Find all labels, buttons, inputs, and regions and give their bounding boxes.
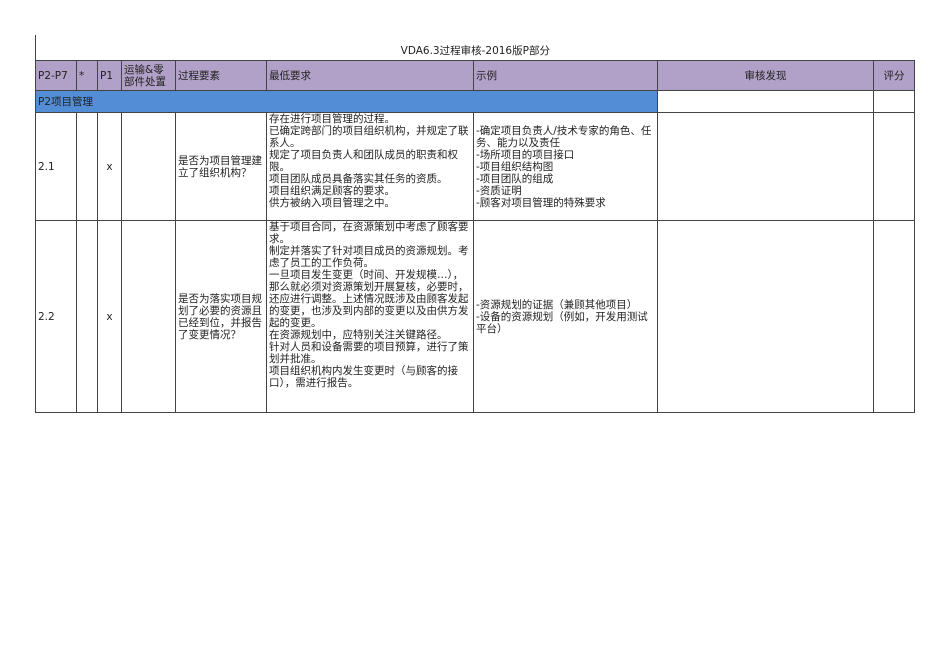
row-element[interactable]: 是否为落实项目规划了必要的资源且已经到位，并报告了变更情况？ [175, 220, 267, 413]
header-score[interactable]: 评分 [872, 60, 916, 91]
row-score[interactable] [872, 220, 916, 413]
header-p2p7[interactable]: P2-P7 [35, 60, 77, 91]
header-example[interactable]: 示例 [473, 60, 658, 91]
row-example[interactable]: -确定项目负责人/技术专家的角色、任务、能力以及责任 -场所项目的项目接口 -项… [473, 112, 658, 221]
row-min-req[interactable]: 基于项目合同，在资源策划中考虑了顾客要求。 制定并落实了针对项目成员的资源规划。… [266, 220, 474, 413]
row-id[interactable]: 2.2 [35, 220, 77, 413]
row-findings[interactable] [657, 220, 874, 413]
row-score[interactable] [872, 112, 916, 221]
row-star[interactable] [76, 112, 98, 221]
header-findings[interactable]: 审核发现 [657, 60, 874, 91]
section-findings-cell[interactable] [657, 90, 874, 113]
row-findings[interactable] [657, 112, 874, 221]
section-title[interactable]: P2项目管理 [35, 90, 658, 113]
row-transport[interactable] [121, 220, 176, 413]
row-star[interactable] [76, 220, 98, 413]
row-element[interactable]: 是否为项目管理建立了组织机构？ [175, 112, 267, 221]
row-p1[interactable]: x [97, 112, 122, 221]
row-example[interactable]: -资源规划的证据（兼顾其他项目） -设备的资源规划（例如，开发用测试平台） [473, 220, 658, 413]
row-p1[interactable]: x [97, 220, 122, 413]
sheet-title: VDA6.3过程审核-2016版P部分 [34, 35, 915, 61]
table-row: 2.2 x 是否为落实项目规划了必要的资源且已经到位，并报告了变更情况？ 基于项… [35, 220, 916, 413]
row-min-req[interactable]: 存在进行项目管理的过程。 已确定跨部门的项目组织机构，并规定了联系人。 规定了项… [266, 112, 474, 221]
row-transport[interactable] [121, 112, 176, 221]
header-element[interactable]: 过程要素 [175, 60, 267, 91]
header-star[interactable]: * [76, 60, 98, 91]
audit-sheet: VDA6.3过程审核-2016版P部分 P2-P7 * P1 运输&零 部件处置… [34, 35, 916, 413]
header-p1[interactable]: P1 [97, 60, 122, 91]
header-min-req[interactable]: 最低要求 [266, 60, 474, 91]
header-transport[interactable]: 运输&零 部件处置 [121, 60, 176, 91]
row-id[interactable]: 2.1 [35, 112, 77, 221]
section-score-cell[interactable] [872, 90, 916, 113]
table-row: 2.1 x 是否为项目管理建立了组织机构？ 存在进行项目管理的过程。 已确定跨部… [35, 112, 916, 221]
